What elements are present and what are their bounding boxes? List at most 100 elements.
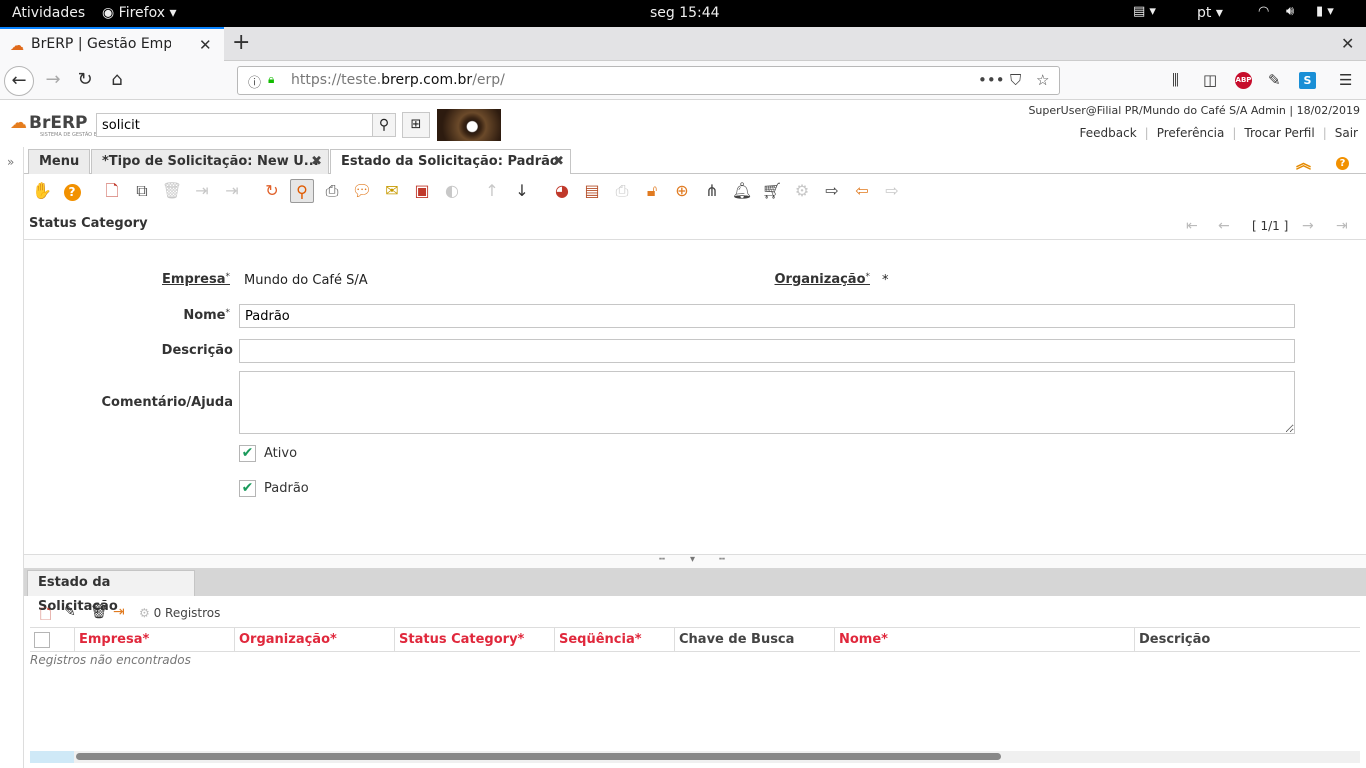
hamburger-menu-icon[interactable]: ☰ bbox=[1339, 71, 1352, 89]
empresa-label[interactable]: Empresa* bbox=[150, 272, 230, 287]
app-menu-button[interactable]: ◉ Firefox ▾ bbox=[102, 5, 176, 21]
info-icon[interactable]: ⓘ bbox=[248, 72, 261, 91]
panel-splitter[interactable]: ┅ ▾ ┅ bbox=[24, 554, 1366, 568]
close-tab-icon[interactable]: ✖ bbox=[311, 150, 322, 173]
reload-icon[interactable]: ↻ bbox=[70, 66, 100, 96]
column-header[interactable]: Organização* bbox=[234, 628, 394, 652]
help-icon[interactable]: ? bbox=[1336, 152, 1349, 170]
copy-record-icon[interactable]: ⧉ bbox=[130, 179, 154, 203]
splitter-grip-icon[interactable]: ┅ bbox=[719, 554, 725, 565]
next-record-icon[interactable]: → bbox=[1302, 218, 1314, 234]
new-record-icon[interactable]: 🗋 bbox=[100, 179, 124, 203]
ativo-checkbox[interactable]: ✔ bbox=[239, 445, 256, 462]
nome-field[interactable] bbox=[239, 304, 1295, 328]
battery-icon[interactable]: ▮ ▾ bbox=[1316, 4, 1334, 19]
brerp-logo[interactable]: ☁ BrERP bbox=[10, 113, 88, 133]
column-header[interactable]: Empresa* bbox=[74, 628, 234, 652]
column-header[interactable]: Status Category* bbox=[394, 628, 554, 652]
customize-icon[interactable]: ◐ bbox=[440, 179, 464, 203]
descricao-field[interactable] bbox=[239, 339, 1295, 363]
bookmark-star-icon[interactable]: ☆ bbox=[1036, 71, 1049, 89]
delete-icon[interactable]: 🗑 bbox=[90, 604, 108, 620]
page-actions-icon[interactable]: ••• bbox=[978, 71, 1005, 89]
new-tab-icon[interactable]: + bbox=[232, 30, 250, 55]
request-icon[interactable]: 🔔︎ bbox=[730, 179, 754, 203]
library-icon[interactable]: ⫼ bbox=[1172, 71, 1179, 89]
activities-button[interactable]: Atividades bbox=[12, 5, 85, 21]
window-icon[interactable]: ▣ bbox=[410, 179, 434, 203]
expand-chevron-icon[interactable]: » bbox=[7, 155, 14, 169]
adblock-icon[interactable]: ABP bbox=[1235, 72, 1252, 89]
sidebar-icon[interactable]: ◫ bbox=[1203, 71, 1217, 89]
select-all-checkbox[interactable] bbox=[34, 632, 50, 648]
preferences-link[interactable]: Preferência bbox=[1149, 126, 1233, 140]
note-icon[interactable]: ✉ bbox=[380, 179, 404, 203]
url-bar[interactable]: ⓘ 🔒︎ https://teste.brerp.com.br/erp/ •••… bbox=[237, 66, 1060, 95]
zoom-across-icon[interactable]: ⊕ bbox=[670, 179, 694, 203]
previous-record-icon[interactable]: ← bbox=[1218, 218, 1230, 234]
report-icon[interactable]: ◕ bbox=[550, 179, 574, 203]
archive-icon[interactable]: ▤ bbox=[580, 179, 604, 203]
extension-icon[interactable]: ✎ bbox=[1268, 71, 1281, 89]
home-icon[interactable]: ⌂ bbox=[102, 66, 132, 96]
import-icon[interactable]: ⇦ bbox=[850, 179, 874, 203]
horizontal-scrollbar[interactable] bbox=[30, 751, 1360, 763]
wifi-icon[interactable]: ◠ bbox=[1258, 4, 1269, 19]
clock[interactable]: seg 15:44 bbox=[650, 5, 720, 21]
process-icon[interactable]: ⚙ bbox=[139, 606, 150, 620]
clipboard-icon[interactable]: ▤ ▾ bbox=[1133, 4, 1156, 19]
parent-record-icon[interactable]: ↑ bbox=[480, 179, 504, 203]
last-record-icon[interactable]: ⇥ bbox=[1336, 218, 1348, 234]
edit-record-icon[interactable]: ✎ bbox=[64, 604, 76, 620]
column-header[interactable]: Nome* bbox=[834, 628, 1134, 652]
close-window-icon[interactable]: ✕ bbox=[1341, 34, 1354, 53]
print-icon[interactable]: ⎙ bbox=[610, 179, 634, 203]
collapse-up-icon[interactable]: ︽ bbox=[1296, 152, 1311, 173]
tab-request-type[interactable]: *Tipo de Solicitação: New U... ✖ bbox=[91, 149, 329, 174]
volume-icon[interactable]: 🔊︎ bbox=[1286, 4, 1294, 19]
close-tab-icon[interactable]: ✖ bbox=[553, 150, 564, 173]
column-header[interactable]: Descrição bbox=[1134, 628, 1360, 652]
detail-record-icon[interactable]: ↓ bbox=[510, 179, 534, 203]
change-role-link[interactable]: Trocar Perfil bbox=[1236, 126, 1322, 140]
workflow-icon[interactable]: ⋔ bbox=[700, 179, 724, 203]
lock-icon[interactable]: 🔒︎ bbox=[268, 72, 274, 87]
save-icon[interactable]: ⇥ bbox=[190, 179, 214, 203]
file-import-icon[interactable]: ⇨ bbox=[880, 179, 904, 203]
export-icon[interactable]: ⇨ bbox=[820, 179, 844, 203]
product-info-icon[interactable]: 🛒︎ bbox=[760, 179, 784, 203]
new-record-icon[interactable]: 🗋 bbox=[40, 604, 51, 628]
refresh-icon[interactable]: ↻ bbox=[260, 179, 284, 203]
tree-menu-icon[interactable]: ⊞ bbox=[402, 112, 430, 138]
delete-icon[interactable]: 🗑 bbox=[160, 179, 184, 203]
language-selector[interactable]: pt ▾ bbox=[1197, 5, 1223, 21]
undo-icon[interactable]: ✋ bbox=[30, 179, 54, 203]
splitter-toggle-icon[interactable]: ▾ bbox=[690, 554, 695, 565]
padrao-checkbox[interactable]: ✔ bbox=[239, 480, 256, 497]
logout-link[interactable]: Sair bbox=[1327, 126, 1366, 140]
close-tab-icon[interactable]: ✕ bbox=[199, 36, 212, 54]
save-icon[interactable]: ⇥ bbox=[113, 604, 125, 620]
find-icon[interactable]: ⚲ bbox=[290, 179, 314, 203]
scrollbar-thumb[interactable] bbox=[76, 753, 1001, 760]
help-icon[interactable]: ? bbox=[60, 179, 84, 203]
organizacao-label[interactable]: Organização* bbox=[770, 272, 871, 287]
search-icon[interactable]: ⚲ bbox=[372, 113, 396, 137]
first-record-icon[interactable]: ⇤ bbox=[1186, 218, 1198, 234]
tab-request-status[interactable]: Estado da Solicitação: Padrão ✖ bbox=[330, 149, 571, 175]
back-icon[interactable]: ← bbox=[4, 66, 34, 96]
feedback-link[interactable]: Feedback bbox=[1072, 126, 1145, 140]
attachment-icon[interactable]: ⎙ bbox=[320, 179, 344, 203]
splitter-grip-icon[interactable]: ┅ bbox=[659, 554, 665, 565]
skype-extension-icon[interactable]: S bbox=[1299, 72, 1316, 89]
lock-icon[interactable]: 🔓︎ bbox=[640, 179, 664, 203]
save-and-new-icon[interactable]: ⇥ bbox=[220, 179, 244, 203]
chat-icon[interactable]: 💬︎ bbox=[350, 179, 374, 203]
global-search-input[interactable] bbox=[96, 113, 373, 137]
detail-tab[interactable]: Estado da Solicitação bbox=[27, 570, 195, 614]
tab-menu[interactable]: Menu bbox=[28, 149, 90, 174]
pocket-icon[interactable]: ⛉ bbox=[1010, 71, 1021, 89]
column-header[interactable]: Chave de Busca bbox=[674, 628, 834, 652]
browser-tab[interactable]: ☁ BrERP | Gestão Empresarial ✕ bbox=[0, 27, 224, 61]
process-icon[interactable]: ⚙ bbox=[790, 179, 814, 203]
